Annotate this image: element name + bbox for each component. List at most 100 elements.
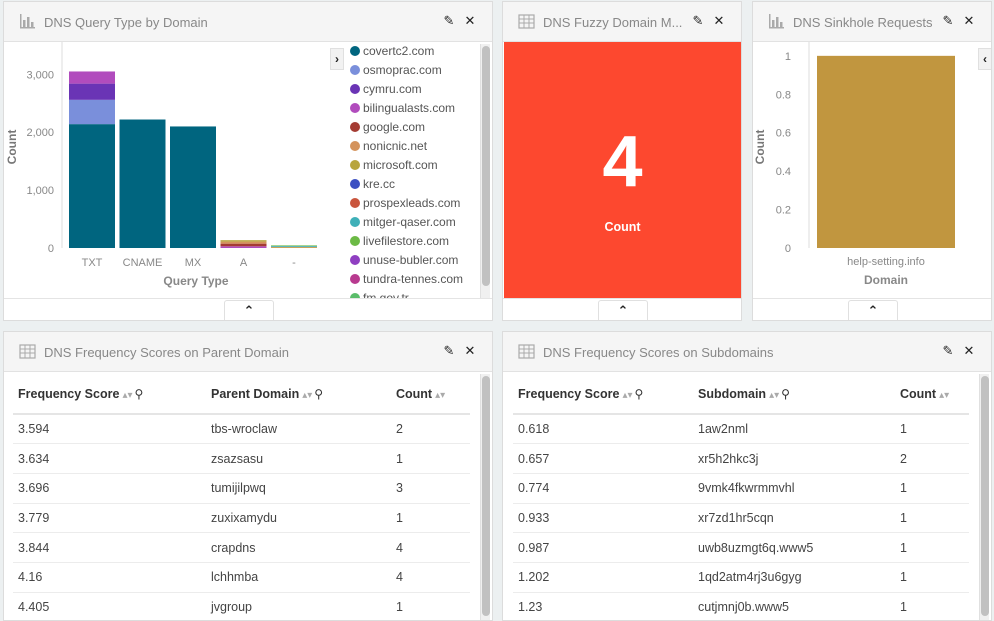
legend-item[interactable]: prospexleads.com — [350, 196, 460, 210]
search-icon[interactable]: ⚲ — [634, 387, 643, 401]
legend-item[interactable]: bilingualasts.com — [350, 101, 455, 115]
table-cell: tbs-wroclaw — [206, 414, 391, 445]
subdomains-table: Frequency Score ▴▾ ⚲ Subdomain ▴▾ ⚲ Count ▴▾ … — [513, 374, 969, 620]
chart-legend: covertc2.com osmoprac.com cymru.com bilingu… — [4, 2, 484, 298]
table-row[interactable]: 0.987 uwb8uzmgt6q.www5 1 — [513, 532, 969, 563]
table-cell: 3.634 — [13, 443, 206, 474]
legend-label: cymru.com — [363, 82, 422, 96]
edit-icon[interactable]: ✎ — [691, 13, 705, 29]
legend-label: fm.gov.tr — [363, 291, 409, 298]
sort-icon[interactable]: ▴▾ — [769, 390, 779, 401]
legend-swatch — [350, 122, 360, 132]
column-header-count[interactable]: Count ▴▾ — [895, 374, 969, 415]
table-row[interactable]: 3.634 zsazsasu 1 — [13, 443, 470, 474]
legend-swatch — [350, 160, 360, 170]
legend-item[interactable]: tundra-tennes.com — [350, 272, 463, 286]
search-icon[interactable]: ⚲ — [781, 387, 790, 401]
table-scrollbar[interactable] — [480, 374, 490, 620]
sort-icon[interactable]: ▴▾ — [435, 390, 445, 401]
search-icon[interactable]: ⚲ — [314, 387, 323, 401]
metric-value: 4 — [602, 122, 643, 202]
collapse-button[interactable]: ⌃ — [224, 300, 274, 320]
legend-toggle[interactable]: ‹ — [978, 48, 991, 70]
table-scrollbar[interactable] — [979, 374, 989, 620]
close-icon[interactable]: ✕ — [962, 343, 976, 359]
table-cell: 3.594 — [13, 414, 206, 445]
legend-swatch — [350, 198, 360, 208]
column-header-parent-domain[interactable]: Parent Domain ▴▾ ⚲ — [206, 374, 391, 415]
legend-item[interactable]: google.com — [350, 120, 425, 134]
table-row[interactable]: 0.657 xr5h2hkc3j 2 — [513, 443, 969, 474]
table-cell: 3.844 — [13, 532, 206, 563]
table-cell: 1 — [895, 562, 969, 593]
table-cell: xr7zd1hr5cqn — [693, 503, 895, 534]
legend-item[interactable]: unuse-bubler.com — [350, 253, 458, 267]
close-icon[interactable]: ✕ — [962, 13, 976, 29]
legend-swatch — [350, 217, 360, 227]
table-cell: 2 — [391, 414, 470, 445]
table-cell: 4 — [391, 562, 470, 593]
close-icon[interactable]: ✕ — [712, 13, 726, 29]
table-cell: 3.696 — [13, 473, 206, 504]
legend-item[interactable]: covertc2.com — [350, 44, 434, 58]
table-row[interactable]: 1.202 1qd2atm4rj3u6gyg 1 — [513, 562, 969, 593]
sort-icon[interactable]: ▴▾ — [302, 390, 312, 401]
sort-icon[interactable]: ▴▾ — [122, 390, 132, 401]
legend-item[interactable]: nonicnic.net — [350, 139, 427, 153]
scroll-thumb[interactable] — [482, 376, 490, 616]
column-header-subdomain[interactable]: Subdomain ▴▾ ⚲ — [693, 374, 895, 415]
edit-icon[interactable]: ✎ — [941, 343, 955, 359]
search-icon[interactable]: ⚲ — [134, 387, 143, 401]
table-cell: 0.618 — [513, 414, 693, 445]
table-row[interactable]: 3.696 tumijilpwq 3 — [13, 473, 470, 504]
scroll-thumb[interactable] — [981, 376, 989, 616]
collapse-button[interactable]: ⌃ — [598, 300, 648, 320]
table-cell: 4.16 — [13, 562, 206, 593]
legend-item[interactable]: fm.gov.tr — [350, 291, 409, 298]
table-cell: 1 — [391, 443, 470, 474]
legend-swatch — [350, 255, 360, 265]
table-row[interactable]: 0.774 9vmk4fkwrmmvhl 1 — [513, 473, 969, 504]
legend-swatch — [350, 103, 360, 113]
legend-swatch — [350, 84, 360, 94]
legend-item[interactable]: kre.cc — [350, 177, 395, 191]
edit-icon[interactable]: ✎ — [442, 343, 456, 359]
close-icon[interactable]: ✕ — [463, 343, 477, 359]
column-header-frequency-score[interactable]: Frequency Score ▴▾ ⚲ — [513, 374, 693, 415]
table-row[interactable]: 4.16 lchhmba 4 — [13, 562, 470, 593]
legend-swatch — [350, 274, 360, 284]
column-header-count[interactable]: Count ▴▾ — [391, 374, 470, 415]
table-row[interactable]: 4.405 jvgroup 1 — [13, 592, 470, 620]
legend-item[interactable]: cymru.com — [350, 82, 422, 96]
panel-title: DNS Frequency Scores on Subdomains — [543, 345, 774, 360]
scroll-thumb[interactable] — [482, 46, 490, 286]
query-type-panel: DNS Query Type by Domain ✎ ✕ 0 1,000 2,000… — [3, 1, 493, 321]
parent-domain-table: Frequency Score ▴▾ ⚲ Parent Domain ▴▾ ⚲ Coun… — [13, 374, 470, 620]
panel-title: DNS Fuzzy Domain M... — [543, 15, 683, 30]
table-cell: 1 — [391, 592, 470, 620]
legend-item[interactable]: livefilestore.com — [350, 234, 449, 248]
table-row[interactable]: 3.594 tbs-wroclaw 2 — [13, 414, 470, 445]
bar[interactable] — [817, 55, 955, 248]
table-cell: 1aw2nml — [693, 414, 895, 445]
table-row[interactable]: 3.844 crapdns 4 — [13, 532, 470, 563]
table-row[interactable]: 1.23 cutjmnj0b.www5 1 — [513, 592, 969, 620]
table-row[interactable]: 3.779 zuxixamydu 1 — [13, 503, 470, 534]
edit-icon[interactable]: ✎ — [941, 13, 955, 29]
sort-icon[interactable]: ▴▾ — [622, 390, 632, 401]
y-tick-label: 0 — [785, 243, 791, 255]
collapse-button[interactable]: ⌃ — [848, 300, 898, 320]
legend-item[interactable]: microsoft.com — [350, 158, 438, 172]
legend-item[interactable]: mitger-qaser.com — [350, 215, 456, 229]
sort-icon[interactable]: ▴▾ — [939, 390, 949, 401]
table-cell: 1 — [895, 473, 969, 504]
table-cell: zuxixamydu — [206, 503, 391, 534]
table-row[interactable]: 0.933 xr7zd1hr5cqn 1 — [513, 503, 969, 534]
y-axis-label: Count — [753, 130, 767, 165]
legend-scrollbar[interactable] — [480, 44, 490, 298]
table-cell: 3 — [391, 473, 470, 504]
column-header-frequency-score[interactable]: Frequency Score ▴▾ ⚲ — [13, 374, 206, 415]
legend-label: osmoprac.com — [363, 63, 442, 77]
table-row[interactable]: 0.618 1aw2nml 1 — [513, 414, 969, 445]
legend-item[interactable]: osmoprac.com — [350, 63, 442, 77]
